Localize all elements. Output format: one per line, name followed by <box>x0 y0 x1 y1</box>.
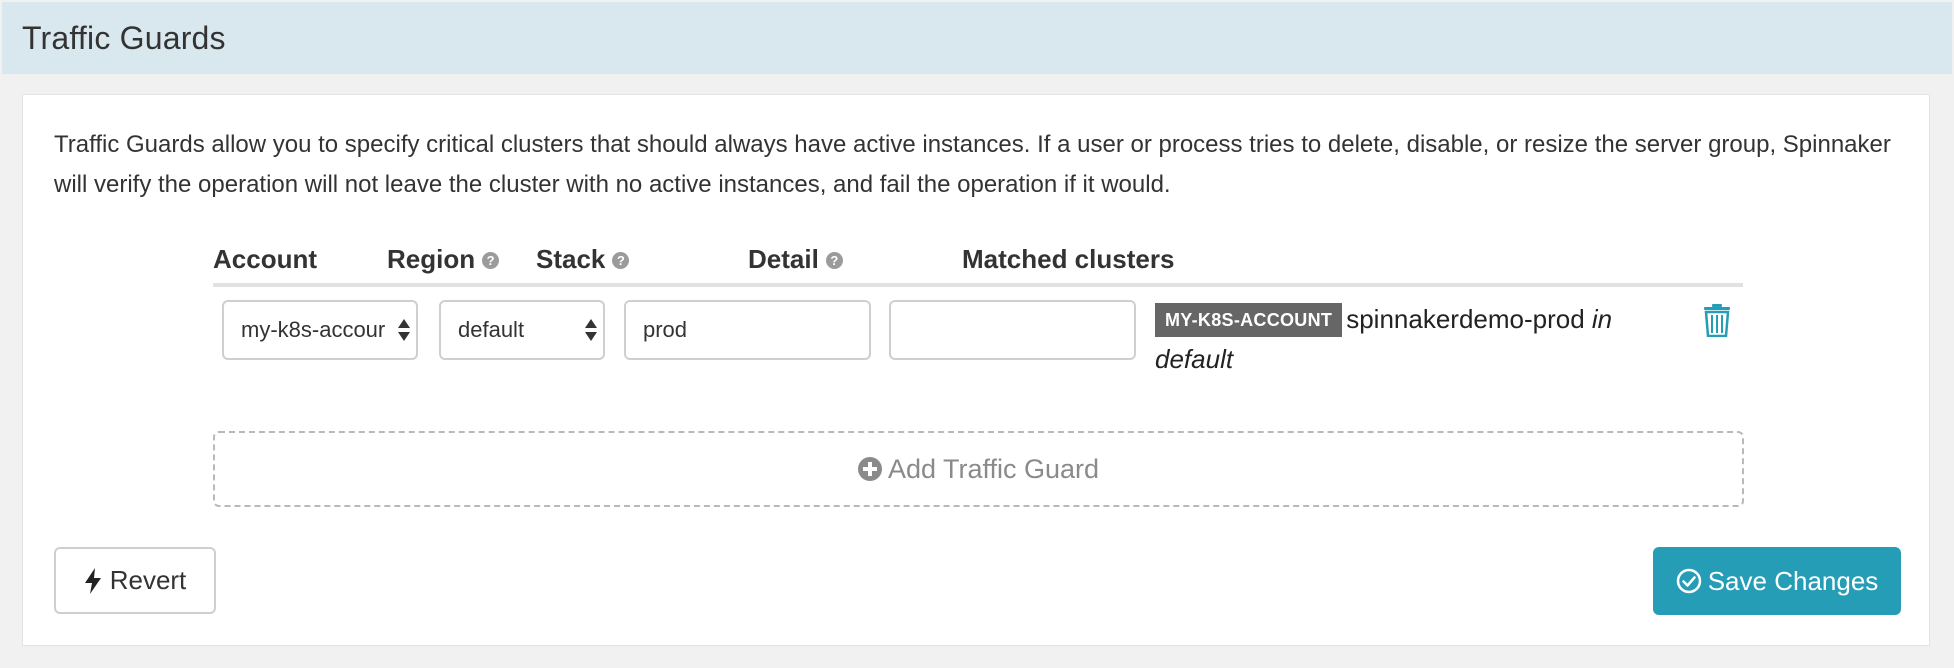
section-header: Traffic Guards <box>2 2 1952 74</box>
account-select-value: my-k8s-accour <box>241 317 386 342</box>
description-text: Traffic Guards allow you to specify crit… <box>54 131 1891 198</box>
header-matched-label: Matched clusters <box>962 243 1175 274</box>
bolt-icon <box>84 567 101 594</box>
matched-clusters-cell: MY-K8S-ACCOUNT spinnakerdemo-prod in defa… <box>1155 299 1675 379</box>
header-matched-clusters: Matched clusters <box>962 235 1174 283</box>
add-traffic-guard-button[interactable]: Add Traffic Guard <box>213 431 1744 507</box>
matched-in-word: in <box>1591 304 1613 334</box>
header-account: Account <box>213 235 317 283</box>
stack-input[interactable]: prod <box>624 300 871 360</box>
add-traffic-guard-label: Add Traffic Guard <box>887 453 1100 484</box>
section-title: Traffic Guards <box>22 19 226 56</box>
matched-cluster-name: spinnakerdemo-prod <box>1346 304 1585 334</box>
account-badge: MY-K8S-ACCOUNT <box>1155 303 1343 337</box>
account-select[interactable]: my-k8s-accour <box>222 300 418 360</box>
header-detail-label: Detail <box>748 243 819 274</box>
header-stack-label: Stack <box>536 243 606 274</box>
detail-help-icon[interactable]: ? <box>825 251 843 269</box>
header-account-label: Account <box>213 243 317 274</box>
detail-input[interactable] <box>889 300 1136 360</box>
save-changes-label: Save Changes <box>1707 565 1879 596</box>
header-region-label: Region <box>387 243 476 274</box>
matched-region: default <box>1155 344 1234 374</box>
stack-input-value: prod <box>643 317 688 342</box>
header-detail: Detail ? <box>748 235 843 283</box>
table-header: Account Region ? Stack ? Detail ? Matche… <box>213 235 1743 287</box>
header-region: Region ? <box>387 235 500 283</box>
revert-button[interactable]: Revert <box>54 547 216 614</box>
revert-label: Revert <box>109 565 187 595</box>
stack-help-icon[interactable]: ? <box>612 251 630 269</box>
trash-icon[interactable] <box>1703 303 1731 337</box>
traffic-guards-panel: Traffic Guards allow you to specify crit… <box>22 94 1930 646</box>
account-select-arrows-icon <box>398 318 410 342</box>
region-select[interactable]: default <box>439 300 605 360</box>
header-stack: Stack ? <box>536 235 630 283</box>
region-select-arrows-icon <box>585 318 597 342</box>
region-select-value: default <box>458 317 525 342</box>
check-circle-icon <box>1676 568 1701 594</box>
save-changes-button[interactable]: Save Changes <box>1653 547 1901 615</box>
region-help-icon[interactable]: ? <box>482 251 500 269</box>
plus-circle-icon <box>857 457 882 481</box>
